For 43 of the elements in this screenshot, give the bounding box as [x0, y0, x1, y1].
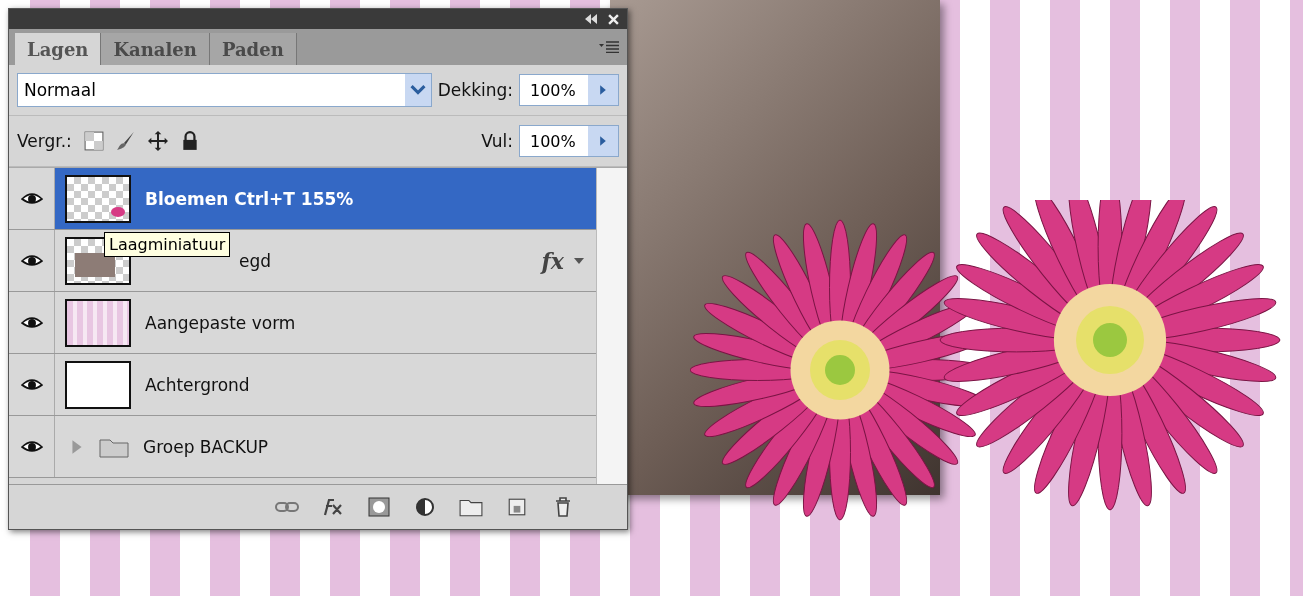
fx-icon[interactable]	[321, 497, 345, 517]
layer-row[interactable]: Achtergrond	[9, 354, 596, 416]
layer-name: Achtergrond	[145, 374, 250, 395]
opacity-label: Dekking:	[437, 80, 513, 100]
adjustment-icon[interactable]	[413, 497, 437, 517]
chevron-down-icon[interactable]	[404, 74, 431, 106]
layer-name: Bloemen Ctrl+T 155%	[145, 188, 354, 209]
fill-field[interactable]: 100%	[519, 125, 619, 157]
caret-icon[interactable]	[574, 257, 584, 264]
panel-tab[interactable]: Paden	[209, 33, 297, 65]
collapse-icon[interactable]	[584, 14, 598, 24]
layer-thumbnail[interactable]	[65, 174, 131, 223]
layer-row[interactable]: Aangepaste vorm	[9, 292, 596, 354]
fill-label: Vul:	[481, 131, 513, 151]
eye-icon[interactable]	[20, 439, 43, 454]
panel-tab[interactable]: Kanalen	[101, 33, 210, 65]
lock-label: Vergr.:	[17, 131, 72, 151]
panel-menu-icon[interactable]	[599, 41, 619, 53]
folder-icon[interactable]	[459, 497, 483, 517]
eye-icon[interactable]	[20, 191, 43, 206]
layer-name: egd	[239, 250, 272, 271]
close-icon[interactable]	[608, 13, 619, 25]
layer-thumbnail[interactable]	[65, 360, 131, 409]
tooltip: Laagminiatuur	[104, 232, 231, 257]
layer-row[interactable]: Bloemen Ctrl+T 155%	[9, 168, 596, 230]
layer-thumbnail[interactable]	[65, 298, 131, 347]
arrow-right-icon[interactable]	[588, 126, 618, 156]
effects-label: fx	[541, 247, 564, 274]
opacity-field[interactable]: 100%	[519, 74, 619, 106]
layer-name: Aangepaste vorm	[145, 312, 296, 333]
mask-icon[interactable]	[367, 497, 391, 517]
layer-row[interactable]: Groep BACKUP	[9, 416, 596, 478]
scrollbar[interactable]	[596, 168, 627, 484]
layer-name: Groep BACKUP	[143, 436, 269, 457]
eye-icon[interactable]	[20, 253, 43, 268]
blend-mode-dropdown[interactable]: Normaal	[17, 73, 432, 107]
eye-icon[interactable]	[20, 315, 43, 330]
arrow-right-icon[interactable]	[588, 75, 618, 105]
brush-icon[interactable]	[115, 131, 136, 151]
panel-tab[interactable]: Lagen	[15, 33, 102, 65]
eye-icon[interactable]	[20, 377, 43, 392]
move-icon[interactable]	[147, 131, 168, 151]
checker-icon[interactable]	[83, 131, 104, 151]
